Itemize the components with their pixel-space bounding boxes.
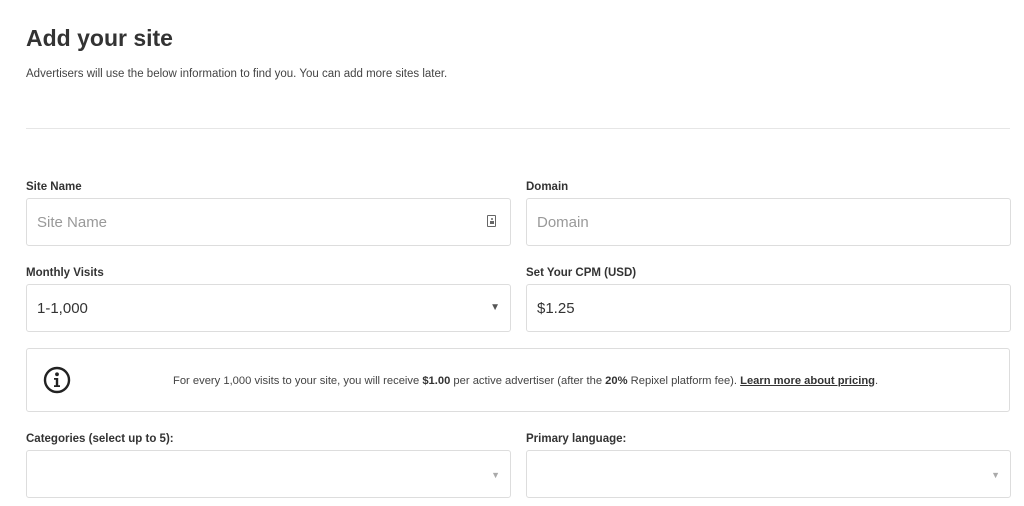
caret-down-icon: ▼	[491, 470, 500, 480]
site-name-field[interactable]	[26, 198, 511, 246]
notice-period: .	[875, 375, 879, 387]
section-divider	[26, 128, 1010, 129]
pricing-notice: For every 1,000 visits to your site, you…	[26, 348, 1010, 412]
platform-fee-percent: 20%	[605, 375, 628, 387]
caret-down-icon: ▼	[991, 470, 1000, 480]
primary-language-label: Primary language:	[526, 433, 627, 445]
domain-input[interactable]	[527, 199, 1010, 245]
learn-more-pricing-link[interactable]: Learn more about pricing	[740, 375, 875, 387]
monthly-visits-label: Monthly Visits	[26, 267, 104, 279]
cpm-field[interactable]	[526, 284, 1011, 332]
domain-label: Domain	[526, 181, 569, 193]
site-name-input[interactable]	[27, 199, 510, 245]
monthly-visits-value: 1-1,000	[37, 300, 88, 317]
payout-amount: $1.00	[422, 375, 451, 387]
categories-select[interactable]: ▼	[26, 450, 511, 498]
monthly-visits-select[interactable]: 1-1,000 ▼	[26, 284, 511, 332]
notice-text-before: For every 1,000 visits to your site, you…	[173, 375, 423, 387]
domain-field[interactable]	[526, 198, 1011, 246]
notice-text-middle: per active advertiser (after the	[450, 375, 606, 387]
add-site-page: Add your site Advertisers will use the b…	[0, 0, 1024, 506]
notice-text-after: Repixel platform fee).	[627, 375, 741, 387]
categories-label: Categories (select up to 5):	[26, 433, 174, 445]
cpm-label: Set Your CPM (USD)	[526, 267, 637, 279]
cpm-input[interactable]	[527, 285, 1010, 331]
info-circle-icon	[43, 366, 71, 394]
page-subtitle: Advertisers will use the below informati…	[26, 68, 448, 80]
caret-down-icon: ▼	[490, 302, 500, 313]
site-name-label: Site Name	[26, 181, 82, 193]
contact-card-icon[interactable]	[487, 215, 496, 227]
pricing-notice-text: For every 1,000 visits to your site, you…	[173, 374, 878, 388]
page-title: Add your site	[26, 25, 173, 51]
primary-language-select[interactable]: ▼	[526, 450, 1011, 498]
